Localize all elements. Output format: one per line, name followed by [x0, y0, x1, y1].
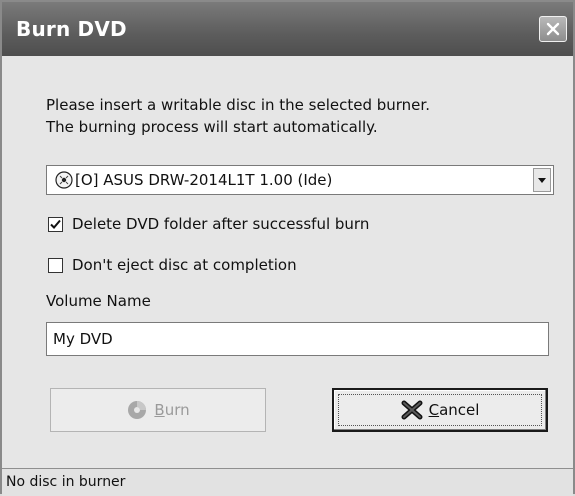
disc-drive-icon	[55, 171, 73, 189]
status-bar: No disc in burner	[2, 468, 573, 496]
title-bar[interactable]: Burn DVD	[2, 2, 573, 56]
selected-burner: [O] ASUS DRW-2014L1T 1.00 (Ide)	[75, 171, 333, 189]
burn-button[interactable]: Burn	[50, 388, 266, 432]
delete-folder-label: Delete DVD folder after successful burn	[72, 215, 370, 233]
burn-dvd-dialog: Burn DVD Please insert a writable disc i…	[0, 0, 575, 496]
instructions: Please insert a writable disc in the sel…	[46, 94, 430, 138]
close-icon	[546, 22, 560, 36]
delete-folder-option[interactable]: Delete DVD folder after successful burn	[48, 215, 369, 233]
burn-accel-key: B	[154, 401, 165, 419]
cancel-button[interactable]: Cancel	[332, 388, 548, 432]
chevron-down-icon	[538, 177, 546, 183]
volume-name-field[interactable]	[46, 322, 549, 356]
dropdown-arrow-button[interactable]	[533, 168, 551, 192]
dont-eject-label: Don't eject disc at completion	[72, 256, 297, 274]
status-text: No disc in burner	[6, 474, 126, 490]
burn-label-rest: urn	[164, 401, 190, 419]
close-button[interactable]	[539, 16, 567, 42]
dont-eject-checkbox[interactable]	[48, 257, 63, 273]
checkmark-icon	[50, 219, 61, 229]
focus-rectangle	[338, 394, 542, 426]
volume-name-label: Volume Name	[46, 292, 151, 310]
delete-folder-checkbox[interactable]	[48, 216, 63, 232]
burner-dropdown[interactable]: [O] ASUS DRW-2014L1T 1.00 (Ide)	[46, 165, 554, 195]
burn-disc-icon	[126, 399, 148, 421]
dialog-title: Burn DVD	[16, 17, 127, 41]
dont-eject-option[interactable]: Don't eject disc at completion	[48, 256, 297, 274]
burn-label: Burn	[154, 401, 189, 419]
instruction-line-1: Please insert a writable disc in the sel…	[46, 96, 430, 114]
instruction-line-2: The burning process will start automatic…	[46, 118, 378, 136]
